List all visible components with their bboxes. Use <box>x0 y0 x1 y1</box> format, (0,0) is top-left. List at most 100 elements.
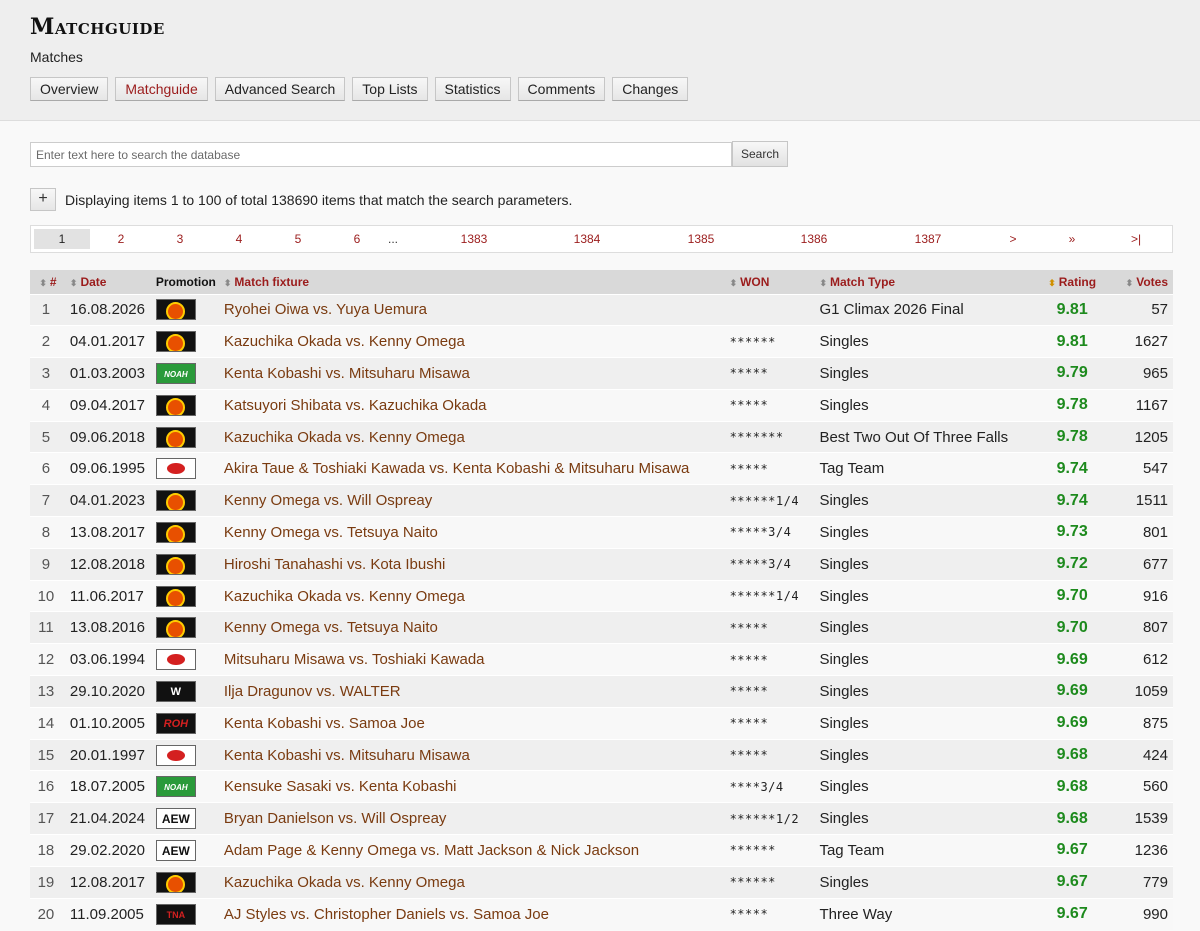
row-number: 3 <box>41 364 51 382</box>
njpw-logo-icon[interactable] <box>155 331 196 353</box>
promotion-logo[interactable]: W <box>152 676 220 708</box>
match-fixture-link[interactable]: Kenny Omega vs. Will Ospreay <box>220 485 726 517</box>
match-fixture-link[interactable]: Ryohei Oiwa vs. Yuya Uemura <box>220 294 726 326</box>
promotion-logo[interactable] <box>152 548 220 580</box>
tab-statistics[interactable]: Statistics <box>434 77 511 101</box>
col-header-match-type[interactable]: ⬍ Match Type <box>815 270 1031 294</box>
match-rating: 9.69 <box>1056 682 1088 700</box>
tab-top-lists[interactable]: Top Lists <box>352 77 428 101</box>
promotion-logo[interactable]: TNA <box>152 898 220 930</box>
match-fixture-link[interactable]: Kazuchika Okada vs. Kenny Omega <box>220 326 726 358</box>
match-fixture-link[interactable]: Kenta Kobashi vs. Mitsuharu Misawa <box>220 358 726 390</box>
pager-next[interactable]: > <box>1005 232 1021 246</box>
ajpw-logo-icon[interactable] <box>155 649 196 671</box>
roh-logo-icon[interactable]: ROH <box>155 712 196 734</box>
match-fixture-link[interactable]: Kensuke Sasaki vs. Kenta Kobashi <box>220 771 726 803</box>
ajpw-logo-icon[interactable] <box>155 458 196 480</box>
col-header-promotion: Promotion <box>155 274 216 289</box>
promotion-logo[interactable] <box>152 866 220 898</box>
won-rating: ***** <box>729 461 769 476</box>
col-header-date[interactable]: ⬍ Date <box>66 270 152 294</box>
pager-page[interactable]: 1387 <box>910 232 946 246</box>
njpw-logo-icon[interactable] <box>155 299 196 321</box>
col-header-rating[interactable]: ⬍ Rating <box>1031 270 1113 294</box>
promotion-logo[interactable] <box>152 294 220 326</box>
search-input[interactable] <box>30 142 732 167</box>
njpw-logo-icon[interactable] <box>155 394 196 416</box>
pager-last[interactable]: >| <box>1128 232 1144 246</box>
match-fixture-link[interactable]: AJ Styles vs. Christopher Daniels vs. Sa… <box>220 898 726 930</box>
promotion-logo[interactable]: NOAH <box>152 771 220 803</box>
njpw-logo-icon[interactable] <box>155 617 196 639</box>
match-fixture-link[interactable]: Kenta Kobashi vs. Samoa Joe <box>220 707 726 739</box>
njpw-logo-icon[interactable] <box>155 585 196 607</box>
tna-logo-icon[interactable]: TNA <box>155 903 196 925</box>
match-fixture-link[interactable]: Hiroshi Tanahashi vs. Kota Ibushi <box>220 548 726 580</box>
match-fixture-link[interactable]: Adam Page & Kenny Omega vs. Matt Jackson… <box>220 835 726 867</box>
match-fixture-link[interactable]: Kazuchika Okada vs. Kenny Omega <box>220 866 726 898</box>
pager-page[interactable]: 1385 <box>683 232 719 246</box>
pager-page[interactable]: 1386 <box>796 232 832 246</box>
vote-count: 560 <box>1142 778 1168 796</box>
njpw-logo-icon[interactable] <box>155 521 196 543</box>
match-fixture-link[interactable]: Kazuchika Okada vs. Kenny Omega <box>220 421 726 453</box>
promotion-logo[interactable]: ROH <box>152 707 220 739</box>
noah-logo-icon[interactable]: NOAH <box>155 776 196 798</box>
promotion-logo[interactable] <box>152 421 220 453</box>
tab-overview[interactable]: Overview <box>30 77 109 101</box>
noah-logo-icon[interactable]: NOAH <box>155 362 196 384</box>
tab-changes[interactable]: Changes <box>612 77 689 101</box>
match-fixture-link[interactable]: Kenta Kobashi vs. Mitsuharu Misawa <box>220 739 726 771</box>
promotion-logo[interactable] <box>152 644 220 676</box>
promotion-logo[interactable] <box>152 580 220 612</box>
pager-page[interactable]: 1384 <box>569 232 605 246</box>
match-fixture-link[interactable]: Bryan Danielson vs. Will Ospreay <box>220 803 726 835</box>
match-date: 13.08.2016 <box>69 619 145 637</box>
promotion-logo[interactable] <box>152 517 220 549</box>
col-header-num[interactable]: ⬍ # <box>30 270 66 294</box>
wwe-logo-icon[interactable]: W <box>155 680 196 702</box>
pager-forward[interactable]: » <box>1064 232 1080 246</box>
promotion-logo[interactable] <box>152 326 220 358</box>
match-type: Best Two Out Of Three Falls <box>819 428 1009 446</box>
njpw-logo-icon[interactable] <box>155 553 196 575</box>
promotion-logo[interactable]: AEW <box>152 803 220 835</box>
promotion-logo[interactable]: NOAH <box>152 358 220 390</box>
aew-logo-icon[interactable]: AEW <box>155 839 196 861</box>
njpw-logo-icon[interactable] <box>155 490 196 512</box>
match-fixture-link[interactable]: Mitsuharu Misawa vs. Toshiaki Kawada <box>220 644 726 676</box>
match-fixture-link[interactable]: Kenny Omega vs. Tetsuya Naito <box>220 612 726 644</box>
match-fixture-link[interactable]: Ilja Dragunov vs. WALTER <box>220 676 726 708</box>
njpw-logo-icon[interactable] <box>155 426 196 448</box>
promotion-logo[interactable] <box>152 389 220 421</box>
tab-matchguide[interactable]: Matchguide <box>115 77 208 101</box>
promotion-logo[interactable] <box>152 612 220 644</box>
pager-page[interactable]: 6 <box>347 232 367 246</box>
pager-page[interactable]: 4 <box>229 232 249 246</box>
pager-page[interactable]: 5 <box>288 232 308 246</box>
col-header-fixture[interactable]: ⬍ Match fixture <box>220 270 726 294</box>
tab-comments[interactable]: Comments <box>517 77 606 101</box>
col-header-won[interactable]: ⬍ WON <box>726 270 816 294</box>
col-header-votes[interactable]: ⬍ Votes <box>1113 270 1173 294</box>
promotion-logo[interactable]: AEW <box>152 835 220 867</box>
row-number: 12 <box>37 651 55 669</box>
pager-page[interactable]: 3 <box>170 232 190 246</box>
tab-advanced-search[interactable]: Advanced Search <box>214 77 346 101</box>
match-fixture-link[interactable]: Katsuyori Shibata vs. Kazuchika Okada <box>220 389 726 421</box>
expand-search-button[interactable]: + <box>30 188 56 211</box>
aew-logo-icon[interactable]: AEW <box>155 808 196 830</box>
njpw-logo-icon[interactable] <box>155 871 196 893</box>
ajpw-logo-icon[interactable] <box>155 744 196 766</box>
pager-page[interactable]: 1383 <box>456 232 492 246</box>
match-fixture-link[interactable]: Akira Taue & Toshiaki Kawada vs. Kenta K… <box>220 453 726 485</box>
search-button[interactable]: Search <box>732 141 788 167</box>
pager-page-current[interactable]: 1 <box>34 229 90 249</box>
promotion-logo[interactable] <box>152 453 220 485</box>
match-type: Singles <box>819 810 869 828</box>
match-fixture-link[interactable]: Kenny Omega vs. Tetsuya Naito <box>220 517 726 549</box>
match-fixture-link[interactable]: Kazuchika Okada vs. Kenny Omega <box>220 580 726 612</box>
pager-page[interactable]: 2 <box>111 232 131 246</box>
promotion-logo[interactable] <box>152 485 220 517</box>
promotion-logo[interactable] <box>152 739 220 771</box>
